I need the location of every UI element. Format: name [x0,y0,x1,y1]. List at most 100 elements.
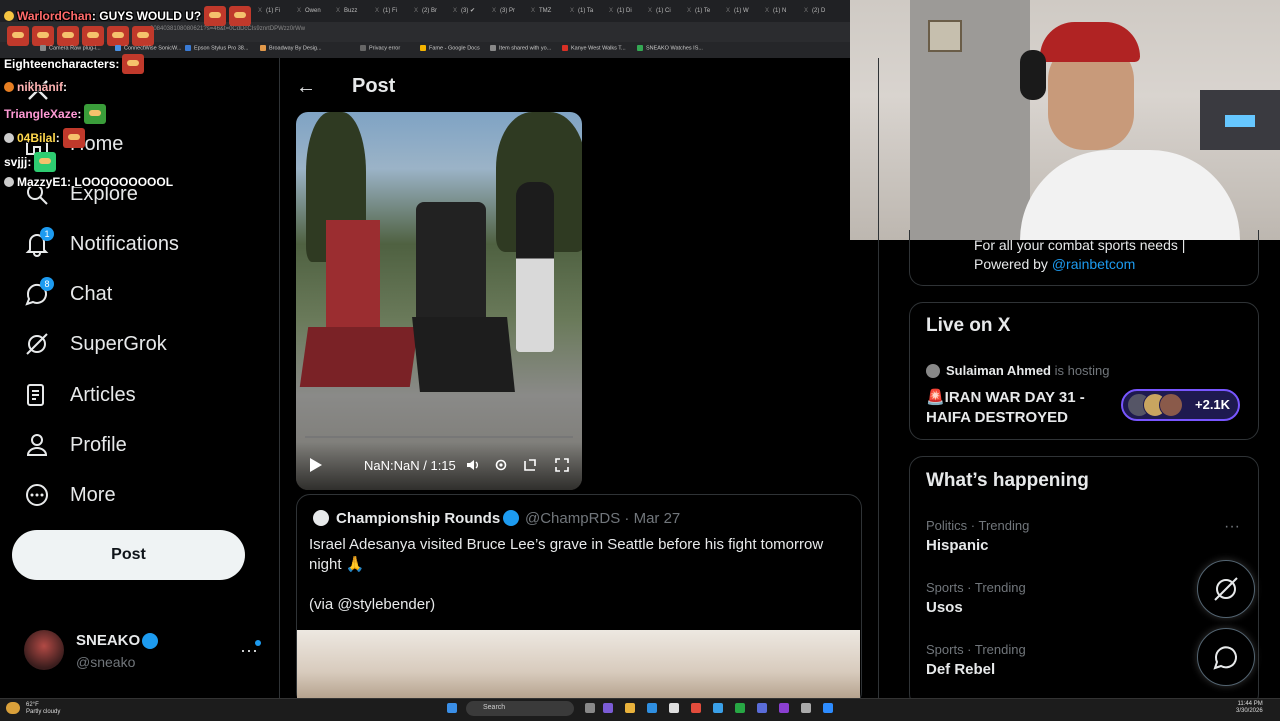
emote-icon [57,26,79,46]
messages-fab[interactable] [1197,628,1255,686]
quoted-post-image[interactable] [297,630,860,700]
taskbar-clock[interactable]: 11:44 PM 3/30/2026 [1236,701,1263,715]
promo-link[interactable]: @rainbetcom [1052,256,1135,272]
browser-tab[interactable]: X Owen [297,3,334,19]
nav-articles[interactable]: Articles [24,375,136,415]
live-title: Live on X [926,315,1011,336]
emote-icon [62,128,85,148]
verified-icon [503,510,519,526]
avatar[interactable] [24,630,64,670]
back-button[interactable]: ← [296,76,316,99]
app-icon[interactable] [603,703,613,713]
bookmark-favicon-icon [562,45,568,51]
bookmark-label: Privacy error [369,45,401,52]
folder-icon[interactable] [625,703,635,713]
account-handle: @sneako [76,654,136,670]
x-favicon-icon: X [648,8,653,14]
browser-tab[interactable]: X (1) Fi [375,3,412,19]
chrome-icon[interactable] [691,703,701,713]
nav-supergrok[interactable]: SuperGrok [24,324,167,364]
clock-time: 11:44 PM [1237,701,1263,707]
bookmark-item[interactable]: SNEAKO Watches IS... [637,45,703,51]
more-circle-icon [24,482,50,508]
pip-icon[interactable] [523,458,537,472]
nav-chat-label: Chat [70,282,113,305]
video-headstone [416,202,486,332]
bookmark-item[interactable]: Kanye West Walks T... [562,45,626,51]
bookmark-item[interactable]: Item shared with yo... [490,45,551,51]
browser-tab[interactable]: X (1) Fi [258,3,295,19]
x-favicon-icon: X [336,8,341,14]
bookmark-label: Fame - Google Docs [429,45,480,52]
app-icon[interactable] [713,703,723,713]
app-icon[interactable] [735,703,745,713]
app-icon[interactable] [757,703,767,713]
quoted-author-handle[interactable]: @ChampRDS · Mar 27 [525,510,680,527]
x-favicon-icon: X [414,8,419,14]
browser-tab[interactable]: X (1) N [765,3,802,19]
browser-tab[interactable]: X (1) W [726,3,763,19]
address-text[interactable]: 2084038108080621?s=46&t=0CdDcCIs9znrtDPW… [150,26,305,32]
video-player[interactable] [296,112,582,490]
video-headstone [326,220,380,330]
browser-tab[interactable]: X (3) ✔ [453,3,490,19]
bookmark-item[interactable]: Privacy error [360,45,400,51]
trend-meta: Politics · Trending [926,518,1030,533]
bookmark-item[interactable]: ConnectWise SonicW... [115,45,181,51]
post-button[interactable]: Post [12,530,245,580]
windows-start-icon[interactable] [447,703,457,713]
trend-more-button[interactable]: ··· [1224,518,1240,536]
nav-notifications-label: Notifications [70,232,179,255]
promo-text: For all your combat sports needs | Power… [974,236,1234,274]
store-icon[interactable] [669,703,679,713]
browser-tab[interactable]: X (1) Di [609,3,646,19]
bell-icon: 1 [24,227,54,257]
volume-icon[interactable] [466,458,480,472]
bookmark-item[interactable]: Epson Stylus Pro 38... [185,45,248,51]
quoted-author-name[interactable]: Championship Rounds [336,510,500,527]
browser-tab-label: (1) Di [617,8,632,14]
bookmark-item[interactable]: Broadway By Desig... [260,45,322,51]
trend-item[interactable]: Def Rebel [926,661,995,678]
x-favicon-icon: X [258,8,263,14]
browser-tab[interactable]: X (2) D [804,3,841,19]
browser-tab[interactable]: X (1) Te [687,3,724,19]
bookmark-favicon-icon [185,45,191,51]
task-view-icon[interactable] [585,703,595,713]
browser-tab[interactable]: X TMZ [531,3,568,19]
zoom-icon[interactable] [823,703,833,713]
grok-fab[interactable] [1197,560,1255,618]
chat-user: MazzyE1 [17,175,68,189]
edge-icon[interactable] [647,703,657,713]
host-name[interactable]: Sulaiman Ahmed [946,363,1051,378]
trend-item[interactable]: Hispanic [926,537,989,554]
x-favicon-icon: X [492,8,497,14]
app-icon[interactable] [779,703,789,713]
bookmark-item[interactable]: Fame - Google Docs [420,45,480,51]
browser-tab[interactable]: X Buzz [336,3,373,19]
bookmark-label: Epson Stylus Pro 38... [194,45,249,52]
nav-profile[interactable]: Profile [24,425,127,465]
nav-chat[interactable]: 8 Chat [24,274,112,314]
browser-tab[interactable]: X (3) Pr [492,3,529,19]
space-title[interactable]: 🚨IRAN WAR DAY 31 - HAIFA DESTROYED [926,388,1116,428]
browser-tab[interactable]: X (1) Ci [648,3,685,19]
play-icon[interactable] [310,458,322,472]
chat-line: WarlordChan: GUYS WOULD U? [4,6,252,26]
browser-tab[interactable]: X (2) Br [414,3,451,19]
weather-widget[interactable]: 62°F Partly cloudy [26,702,60,716]
nav-notifications[interactable]: 1 Notifications [24,224,179,264]
settings-icon[interactable] [494,458,508,472]
video-progress-bar[interactable] [305,436,573,438]
bookmark-item[interactable]: Camera Raw plug-i... [40,45,101,51]
bookmark-favicon-icon [490,45,496,51]
host-avatar[interactable] [926,364,940,378]
nav-more[interactable]: More [24,475,116,515]
browser-tab[interactable]: X (1) Ta [570,3,607,19]
quoted-avatar[interactable] [313,510,329,526]
trend-item[interactable]: Usos [926,599,963,616]
fullscreen-icon[interactable] [555,458,569,472]
chat-line: svjjj: [4,152,57,172]
app-icon[interactable] [801,703,811,713]
bookmark-favicon-icon [115,45,121,51]
